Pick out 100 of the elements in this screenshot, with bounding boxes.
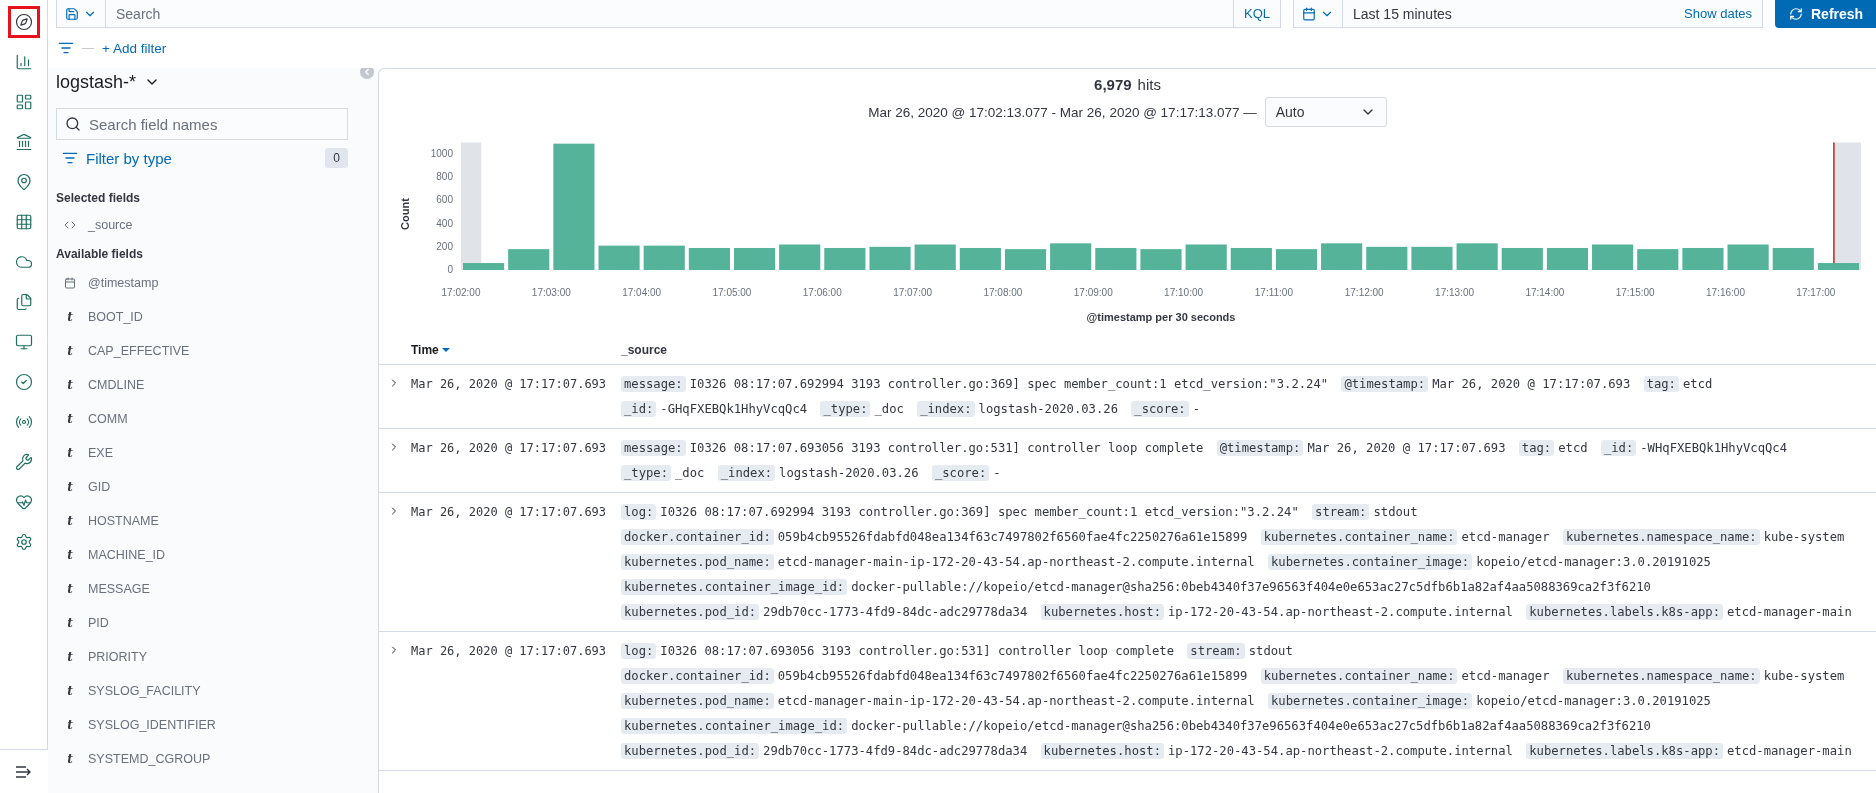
field-value: kopeio/etcd-manager:3.0.20191025: [1476, 555, 1711, 569]
filter-by-type-button[interactable]: Filter by type: [62, 149, 172, 167]
field-value: I0326 08:17:07.692994 3193 controller.go:369] spec member_count:1 etcd_version:"3.2.24": [660, 505, 1299, 519]
histogram-bar[interactable]: [824, 248, 866, 270]
field-name[interactable]: BOOT_ID: [88, 310, 143, 324]
field-key: _type:: [621, 465, 672, 481]
column-header[interactable]: Time: [411, 342, 621, 357]
histogram-bar[interactable]: [598, 245, 640, 270]
x-tick-label: 17:03:00: [531, 287, 571, 298]
histogram-bar[interactable]: [1230, 248, 1272, 270]
collapse-nav-button[interactable]: [0, 749, 48, 793]
nav-button[interactable]: [7, 6, 40, 38]
field-name[interactable]: SYSLOG_IDENTIFIER: [88, 718, 216, 732]
field-key: _score:: [931, 465, 990, 481]
histogram-bar[interactable]: [1456, 243, 1498, 270]
histogram-bar[interactable]: [1727, 244, 1769, 270]
string-type-icon: t: [64, 378, 76, 392]
histogram-bar[interactable]: [1004, 249, 1047, 270]
histogram-bar[interactable]: [1050, 243, 1092, 270]
field-name[interactable]: COMM: [88, 412, 128, 426]
field-key: kubernetes.labels.k8s-app:: [1526, 604, 1723, 620]
histogram-bar[interactable]: [1592, 244, 1634, 270]
field-value: etcd: [1682, 377, 1713, 391]
histogram-bar[interactable]: [1185, 244, 1227, 270]
field-name[interactable]: GID: [88, 480, 111, 494]
x-tick-label: 17:10:00: [1164, 287, 1204, 298]
histogram-bar[interactable]: [869, 246, 911, 270]
field-value: ip-172-20-43-54.ap-northeast-2.compute.internal: [1168, 744, 1513, 758]
hits-count: 6,979: [1094, 76, 1132, 93]
time-range: Last 15 minutes: [1352, 5, 1453, 22]
field-name[interactable]: SYSTEMD_CGROUP: [88, 752, 211, 766]
field-value: etcd-manager: [1461, 669, 1550, 683]
field-name[interactable]: HOSTNAME: [88, 514, 159, 528]
field-name[interactable]: @timestamp: [88, 276, 159, 290]
field-name[interactable]: _source: [88, 218, 133, 232]
histogram-bar[interactable]: [1095, 248, 1137, 270]
field-value: kube-system: [1763, 530, 1845, 544]
x-tick-label: 17:17:00: [1796, 287, 1836, 298]
field-name[interactable]: PID: [88, 616, 109, 630]
show-dates-link[interactable]: Show dates: [1674, 6, 1762, 21]
histogram-bar[interactable]: [553, 143, 595, 270]
field-name[interactable]: MACHINE_ID: [88, 548, 166, 562]
y-tick-label: 1000: [430, 148, 453, 160]
query-field[interactable]: Search KQL: [56, 0, 1281, 28]
refresh-button[interactable]: Refresh: [1775, 0, 1876, 28]
histogram-bar[interactable]: [1546, 248, 1589, 270]
y-tick-label: 0: [447, 264, 453, 275]
field-name[interactable]: CMDLINE: [88, 378, 145, 392]
histogram-bar[interactable]: [643, 245, 685, 270]
date-picker[interactable]: Last 15 minutes Show dates: [1293, 0, 1763, 28]
field-name[interactable]: MESSAGE: [88, 582, 150, 596]
histogram-bar[interactable]: [1817, 263, 1859, 270]
field-key: kubernetes.container_image_id:: [621, 718, 848, 734]
index-pattern-selector[interactable]: logstash-*: [56, 71, 161, 93]
field-name[interactable]: SYSLOG_FACILITY: [88, 684, 201, 698]
filter-icon[interactable]: [58, 40, 74, 56]
time-cell-text: Mar 26, 2020 @ 17:17:07.693: [411, 504, 608, 521]
field-value: stdout: [1248, 644, 1293, 658]
histogram-bar[interactable]: [959, 248, 1001, 270]
language-toggle[interactable]: KQL: [1233, 0, 1280, 27]
add-filter-link[interactable]: + Add filter: [102, 40, 167, 56]
histogram-bar[interactable]: [1772, 248, 1814, 270]
histogram-bar[interactable]: [1366, 246, 1408, 270]
string-type-icon: t: [64, 412, 76, 426]
histogram-bar[interactable]: [508, 249, 550, 270]
field-name[interactable]: CAP_EFFECTIVE: [88, 344, 190, 358]
field-key: message:: [621, 376, 686, 392]
histogram-bar[interactable]: [1501, 248, 1543, 270]
collapse-sidebar-icon[interactable]: [360, 68, 374, 79]
y-tick-label: 800: [436, 171, 453, 183]
field-key: _id:: [1600, 440, 1637, 456]
field-value: _doc: [874, 402, 904, 416]
histogram-bar[interactable]: [1682, 248, 1724, 270]
filter-icon: [62, 150, 78, 166]
field-key: kubernetes.container_image:: [1268, 554, 1473, 570]
field-value: -GHqFXEBQk1HhyVcqQc4: [660, 402, 808, 416]
field-value: kopeio/etcd-manager:3.0.20191025: [1476, 694, 1711, 708]
histogram-bar[interactable]: [463, 263, 505, 270]
field-name[interactable]: EXE: [88, 446, 113, 460]
histogram-bar[interactable]: [1140, 249, 1182, 270]
x-tick-label: 17:07:00: [893, 287, 933, 298]
histogram-bar[interactable]: [688, 248, 730, 270]
histogram-bar[interactable]: [1411, 246, 1453, 270]
refresh-icon: [1789, 7, 1803, 21]
interval-select[interactable]: Auto: [1264, 97, 1387, 127]
x-tick-label: 17:09:00: [1073, 287, 1113, 298]
histogram-bar[interactable]: [1637, 249, 1679, 270]
field-search-input[interactable]: Search field names: [81, 115, 347, 133]
histogram-bar[interactable]: [733, 248, 776, 270]
dashboard-icon: [14, 93, 33, 111]
collapse-menu-icon: [14, 764, 33, 779]
field-key: _score:: [1131, 401, 1189, 417]
search-input[interactable]: Search: [106, 0, 1233, 27]
histogram-bar[interactable]: [779, 244, 821, 270]
histogram-bar[interactable]: [1275, 249, 1318, 270]
histogram-bar[interactable]: [1321, 243, 1363, 270]
field-search-field[interactable]: Search field names: [56, 108, 348, 140]
field-value: etcd-manager-main: [1727, 605, 1852, 619]
field-name[interactable]: PRIORITY: [88, 650, 148, 664]
histogram-bar[interactable]: [914, 244, 956, 270]
